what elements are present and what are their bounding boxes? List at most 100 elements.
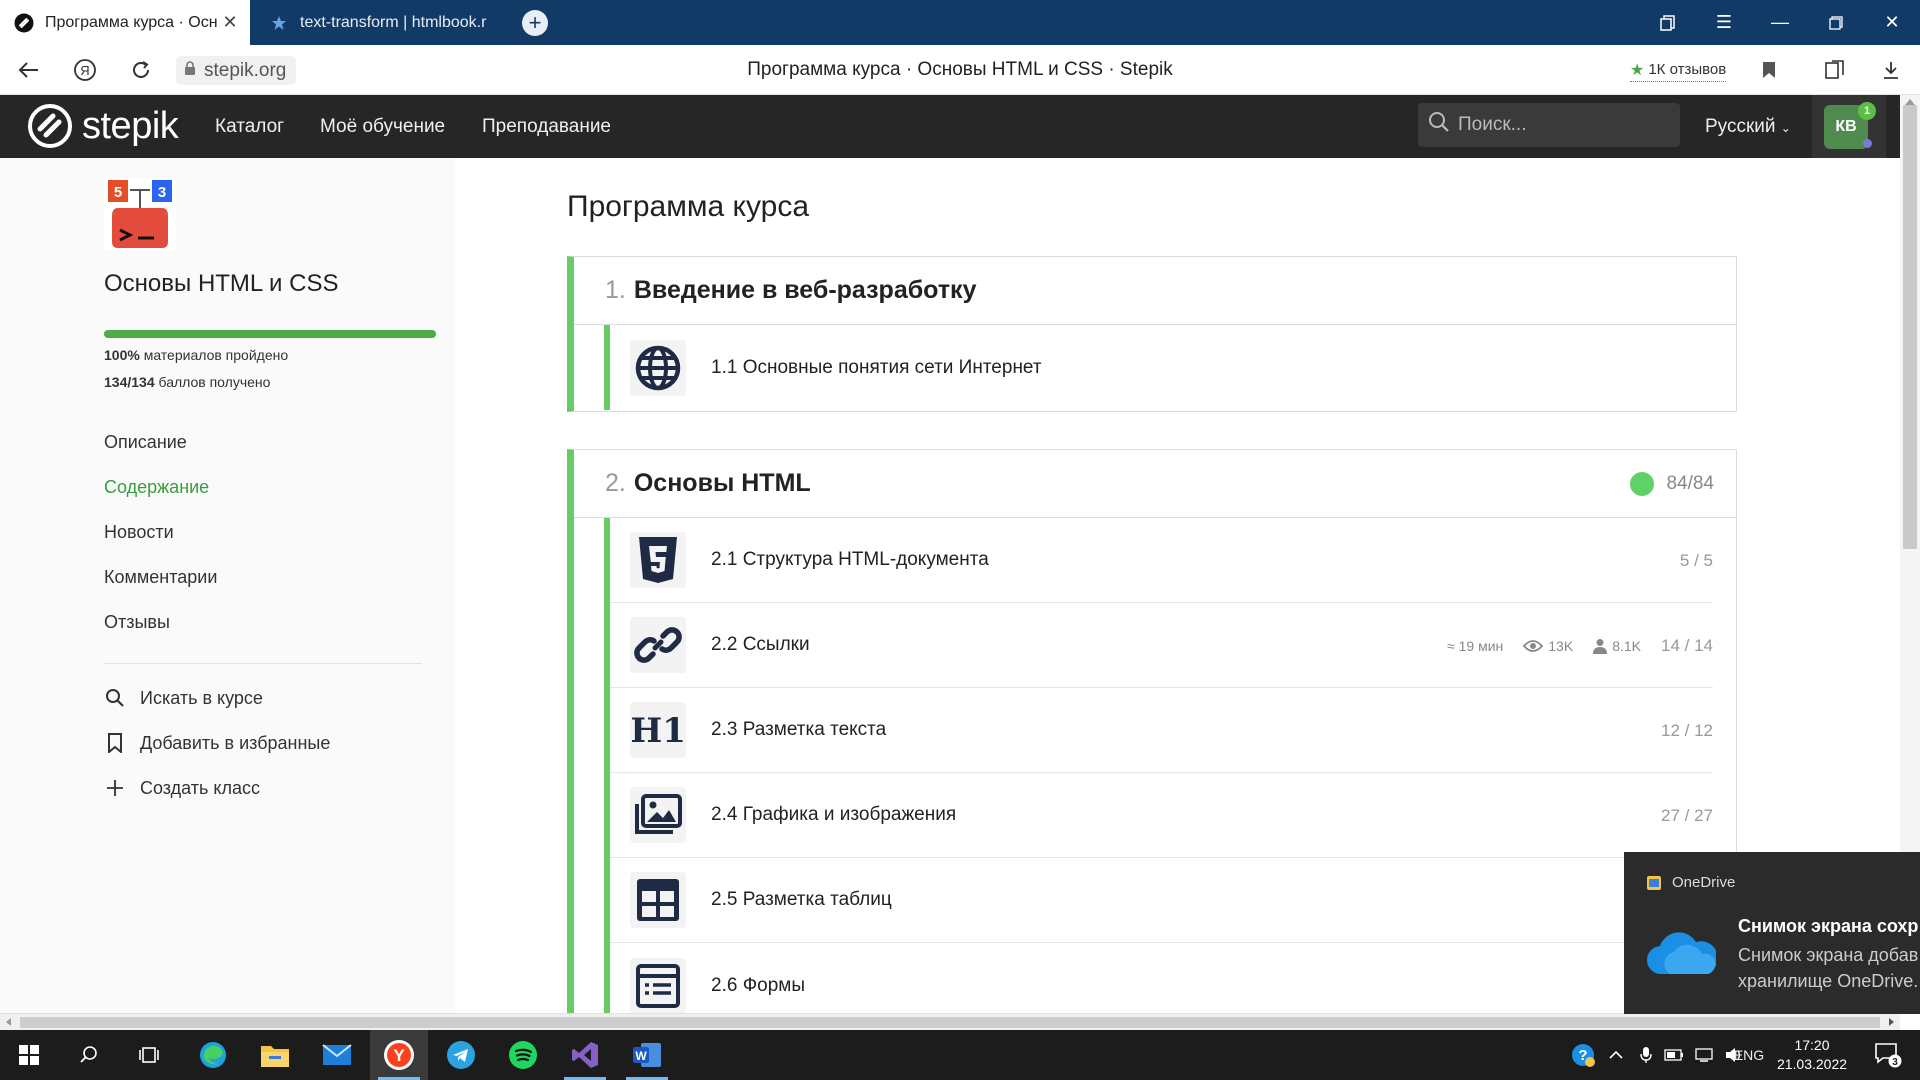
tab-htmlbook[interactable]: text-transform | htmlbook.r: [255, 0, 500, 45]
eye-icon: [1523, 639, 1544, 652]
svg-text:5: 5: [114, 184, 122, 201]
lesson-learners: 8.1K: [1593, 638, 1641, 654]
tab-close-icon[interactable]: ✕: [218, 12, 242, 33]
scroll-right-arrow-icon[interactable]: [1889, 1018, 1894, 1026]
lesson-list: 2.1 Структура HTML-документа 5 / 5 2.2 С…: [604, 518, 1736, 1020]
course-logo[interactable]: 5 3: [104, 178, 176, 250]
lesson-item[interactable]: 2.4 Графика и изображения 27 / 27: [610, 773, 1713, 858]
search-in-course-label: Искать в курсе: [140, 687, 263, 708]
add-to-favorites-label: Добавить в избранные: [140, 732, 331, 753]
lesson-title: 2.2 Ссылки: [711, 634, 810, 655]
tab-stepik[interactable]: Программа курса · Осн ✕: [0, 0, 250, 45]
taskbar-mail[interactable]: [308, 1030, 366, 1080]
yandex-icon[interactable]: Я: [70, 56, 100, 84]
lesson-item[interactable]: H1 2.3 Разметка текста 12 / 12: [610, 688, 1713, 773]
scrollbar-thumb[interactable]: [20, 1017, 1880, 1028]
mail-icon: [322, 1044, 352, 1065]
notification-badge[interactable]: 1: [1858, 102, 1876, 120]
profile-area[interactable]: КВ 1: [1812, 95, 1886, 158]
svg-text:Y: Y: [393, 1046, 405, 1065]
lesson-title: 2.3 Разметка текста: [711, 719, 887, 740]
form-icon: [630, 957, 686, 1014]
notifications-count: 3: [1892, 1057, 1898, 1068]
onedrive-toast[interactable]: OneDrive Снимок экрана сохр Снимок экран…: [1624, 852, 1920, 1014]
taskbar-yandex-browser[interactable]: Y: [370, 1030, 428, 1080]
bookmark-page-icon[interactable]: [1754, 56, 1784, 84]
course-title[interactable]: Основы HTML и CSS: [104, 270, 338, 298]
module-title: Основы HTML: [633, 469, 811, 497]
action-center-button[interactable]: 3: [1866, 1030, 1910, 1080]
back-icon[interactable]: [14, 56, 44, 84]
scrollbar-thumb[interactable]: [1903, 105, 1917, 549]
download-icon[interactable]: [1876, 56, 1906, 84]
lesson-title: 2.5 Разметка таблиц: [711, 889, 892, 910]
chevron-down-icon: ⌄: [1780, 121, 1791, 135]
search-in-course-button[interactable]: Искать в курсе: [104, 685, 263, 711]
create-class-button[interactable]: Создать класс: [104, 775, 260, 801]
taskbar-visual-studio[interactable]: [556, 1030, 614, 1080]
tab-menu-icon[interactable]: [1640, 0, 1696, 45]
sidebar-divider: [104, 663, 422, 664]
lesson-list: 1.1 Основные понятия сети Интернет: [604, 325, 1736, 410]
sidebar-link-reviews[interactable]: Отзывы: [104, 612, 170, 633]
reviews-link[interactable]: ★ 1К отзывов: [1630, 58, 1727, 82]
table-icon: [630, 872, 686, 928]
word-icon: W: [633, 1043, 661, 1067]
task-view-button[interactable]: [120, 1030, 178, 1080]
browser-menu-icon[interactable]: ☰: [1696, 0, 1752, 45]
nav-catalog[interactable]: Каталог: [215, 95, 284, 158]
taskbar-telegram[interactable]: [432, 1030, 490, 1080]
new-tab-button[interactable]: +: [522, 10, 548, 36]
stepik-logo[interactable]: stepik: [28, 104, 179, 148]
lesson-item[interactable]: 2.5 Разметка таблиц: [610, 858, 1713, 943]
nav-my-learning[interactable]: Моё обучение: [320, 95, 445, 158]
taskbar-spotify[interactable]: [494, 1030, 552, 1080]
nav-teaching[interactable]: Преподавание: [482, 95, 611, 158]
module-header[interactable]: 2. Основы HTML 84/84: [574, 450, 1736, 518]
address-bar-row: Программа курса · Основы HTML и CSS · St…: [0, 45, 1920, 95]
scroll-left-arrow-icon[interactable]: [6, 1018, 11, 1026]
horizontal-scrollbar[interactable]: [0, 1013, 1900, 1030]
system-clock[interactable]: 17:20 21.03.2022: [1760, 1036, 1864, 1074]
minimize-icon[interactable]: —: [1752, 0, 1808, 45]
stepik-favicon-icon: [14, 13, 34, 33]
network-icon[interactable]: [1692, 1030, 1716, 1080]
help-tray-icon[interactable]: ?: [1568, 1030, 1598, 1080]
url-field[interactable]: stepik.org: [176, 56, 297, 85]
module-header[interactable]: 1. Введение в веб-разработку: [574, 257, 1736, 325]
sidebar-link-news[interactable]: Новости: [104, 522, 174, 543]
restore-icon[interactable]: [1808, 0, 1864, 45]
language-label: Русский: [1705, 116, 1776, 137]
complete-dot-icon: [1630, 472, 1655, 496]
lesson-item[interactable]: 1.1 Основные понятия сети Интернет: [610, 325, 1713, 410]
collections-icon[interactable]: [1820, 56, 1850, 84]
lesson-meta: 27 / 27: [1661, 773, 1713, 858]
language-select[interactable]: Русский ⌄: [1705, 95, 1791, 158]
show-hidden-icons[interactable]: [1604, 1030, 1628, 1080]
reload-icon[interactable]: [126, 56, 156, 84]
module-progress-badge: 84/84: [1630, 472, 1714, 496]
lesson-meta: 5 / 5: [1680, 518, 1713, 603]
sidebar-link-contents[interactable]: Содержание: [104, 477, 209, 498]
battery-icon[interactable]: [1662, 1030, 1686, 1080]
taskbar-edge[interactable]: [184, 1030, 242, 1080]
close-window-icon[interactable]: ✕: [1864, 0, 1920, 45]
lesson-item[interactable]: 2.2 Ссылки ≈ 19 мин 13K 8.1K 14 / 14: [610, 603, 1713, 688]
lesson-item[interactable]: 2.1 Структура HTML-документа 5 / 5: [610, 518, 1713, 603]
start-button[interactable]: [0, 1030, 58, 1080]
toast-title: Снимок экрана сохр: [1738, 916, 1919, 936]
module-1: 1. Введение в веб-разработку 1.1 Основны…: [567, 256, 1737, 412]
taskbar-search-button[interactable]: [60, 1030, 118, 1080]
lesson-item[interactable]: 2.6 Формы: [610, 943, 1713, 1020]
svg-text:Я: Я: [80, 63, 89, 78]
add-to-favorites-button[interactable]: Добавить в избранные: [104, 730, 330, 756]
sidebar-link-comments[interactable]: Комментарии: [104, 567, 217, 588]
taskbar-word[interactable]: W: [618, 1030, 676, 1080]
sidebar-link-description[interactable]: Описание: [104, 432, 187, 453]
taskbar-explorer[interactable]: [246, 1030, 304, 1080]
microphone-icon[interactable]: [1634, 1030, 1658, 1080]
plus-icon: [104, 777, 126, 799]
search-input[interactable]: Поиск...: [1418, 103, 1680, 147]
lesson-score: 14 / 14: [1661, 635, 1713, 655]
clock-date: 21.03.2022: [1776, 1056, 1848, 1072]
